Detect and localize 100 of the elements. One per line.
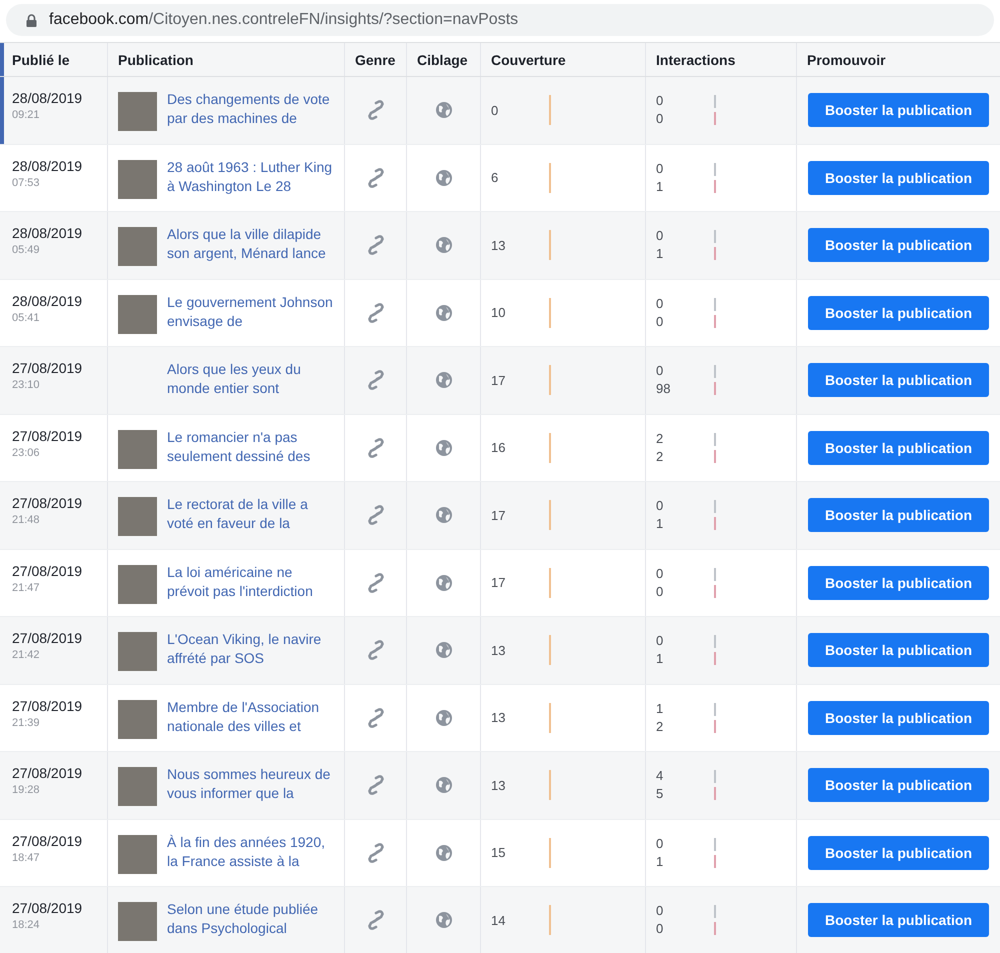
interaction-value: 1 <box>656 650 664 668</box>
interaction-value: 2 <box>656 718 664 736</box>
interaction-value: 4 <box>656 767 664 786</box>
globe-icon <box>436 237 452 254</box>
link-icon <box>366 505 384 526</box>
post-link[interactable]: Le romancier n'a pas seulement dessiné des <box>167 428 334 466</box>
boost-button[interactable]: Booster la publication <box>808 228 989 262</box>
interaction-value: 5 <box>656 785 664 804</box>
column-header[interactable]: Publication <box>108 43 345 76</box>
post-link[interactable]: Alors que la ville dilapide son argent, Ménard lance <box>167 225 334 263</box>
link-icon <box>366 370 384 390</box>
publish-time: 23:06 <box>12 446 41 458</box>
interaction-value: 2 <box>656 448 664 466</box>
boost-button[interactable]: Booster la publication <box>808 768 989 802</box>
boost-button[interactable]: Booster la publication <box>808 430 989 465</box>
publish-date: 28/08/2019 <box>12 225 84 241</box>
column-header[interactable]: Publié le <box>0 43 108 76</box>
publish-date: 28/08/2019 <box>12 292 84 308</box>
publish-time: 21:47 <box>12 582 41 594</box>
publish-date: 27/08/2019 <box>12 832 84 848</box>
reach-value: 16 <box>491 440 506 456</box>
interaction-value: 2 <box>656 430 664 448</box>
post-link[interactable]: Membre de l'Association nationale des villes et <box>167 698 334 736</box>
boost-button[interactable]: Booster la publication <box>808 160 989 195</box>
publish-time: 19:28 <box>12 784 41 796</box>
post-link[interactable]: Nous sommes heureux de vous informer que la <box>167 765 334 803</box>
publish-time: 07:53 <box>12 176 41 188</box>
publish-date: 27/08/2019 <box>12 562 84 578</box>
url-text: facebook.com/Citoyen.nes.contreleFN/insights/?section=navPosts <box>49 11 518 29</box>
boost-button[interactable]: Booster la publication <box>808 296 989 330</box>
interaction-value: 0 <box>656 582 664 601</box>
globe-icon <box>436 574 452 591</box>
reach-value: 15 <box>491 845 506 860</box>
interaction-value: 1 <box>656 515 664 534</box>
reach-value: 0 <box>491 102 500 118</box>
post-link[interactable]: Des changements de vote par des machines de <box>167 90 334 128</box>
publish-date: 27/08/2019 <box>12 428 84 444</box>
interaction-value: 1 <box>656 245 664 264</box>
boost-button[interactable]: Booster la publication <box>808 93 989 128</box>
publish-date: 27/08/2019 <box>12 698 84 714</box>
publish-time: 18:47 <box>12 852 41 864</box>
link-icon <box>366 235 384 256</box>
post-link[interactable]: L'Ocean Viking, le navire affrété par SOS <box>167 630 334 668</box>
publish-date: 27/08/2019 <box>12 495 84 511</box>
link-icon <box>366 100 384 120</box>
publish-time: 09:21 <box>12 109 41 121</box>
globe-icon <box>436 844 452 861</box>
reach-value: 17 <box>491 508 506 523</box>
interaction-value: 0 <box>656 920 664 938</box>
column-header[interactable]: Ciblage <box>407 43 481 76</box>
globe-icon <box>436 372 452 388</box>
boost-button[interactable]: Booster la publication <box>808 363 989 398</box>
post-link[interactable]: Selon une étude publiée dans Psychological <box>167 900 334 938</box>
address-bar[interactable]: facebook.com/Citoyen.nes.contreleFN/insights/?section=navPosts <box>6 4 994 36</box>
boost-button[interactable]: Booster la publication <box>808 700 989 735</box>
post-link[interactable]: Le rectorat de la ville a voté en faveur de la <box>167 495 334 533</box>
post-link[interactable]: À la fin des années 1920, la France assiste à la <box>167 832 334 870</box>
link-icon <box>366 438 384 458</box>
interaction-value: 0 <box>656 227 664 246</box>
boost-button[interactable]: Booster la publication <box>808 498 989 532</box>
publish-time: 21:48 <box>12 514 41 526</box>
globe-icon <box>436 304 452 321</box>
globe-icon <box>436 912 452 928</box>
publish-time: 21:42 <box>12 649 41 661</box>
reach-value: 17 <box>491 372 506 388</box>
interaction-value: 0 <box>656 110 664 128</box>
globe-icon <box>436 440 452 456</box>
reach-value: 10 <box>491 305 506 320</box>
globe-icon <box>436 777 452 794</box>
column-header[interactable]: Genre <box>345 43 407 76</box>
reach-value: 13 <box>491 642 506 658</box>
lock-icon <box>26 14 37 26</box>
interaction-value: 0 <box>656 564 664 583</box>
interaction-value: 0 <box>656 902 664 920</box>
link-icon <box>366 775 384 796</box>
publish-time: 05:49 <box>12 244 41 256</box>
interaction-value: 0 <box>656 294 664 313</box>
post-link[interactable]: 28 août 1963 : Luther King à Washington Le 28 <box>167 158 334 196</box>
interaction-value: 0 <box>656 497 664 516</box>
link-icon <box>366 302 384 323</box>
column-header[interactable]: Couverture <box>481 43 646 76</box>
link-icon <box>366 640 384 660</box>
column-header[interactable]: Promouvoir <box>797 43 1000 76</box>
boost-button[interactable]: Booster la publication <box>808 633 989 668</box>
boost-button[interactable]: Booster la publication <box>808 836 989 870</box>
globe-icon <box>436 710 452 726</box>
post-link[interactable]: La loi américaine ne prévoit pas l'interdiction <box>167 562 334 600</box>
reach-value: 13 <box>491 238 506 253</box>
boost-button[interactable]: Booster la publication <box>808 566 989 600</box>
reach-value: 13 <box>491 778 506 793</box>
post-link[interactable]: Le gouvernement Johnson envisage de <box>167 292 334 330</box>
interaction-value: 1 <box>656 852 664 871</box>
post-link[interactable]: Alors que les yeux du monde entier sont <box>167 360 334 398</box>
link-icon <box>366 708 384 728</box>
interaction-value: 0 <box>656 312 664 331</box>
column-header[interactable]: Interactions <box>646 43 797 76</box>
boost-button[interactable]: Booster la publication <box>808 903 989 938</box>
publish-date: 27/08/2019 <box>12 360 84 376</box>
publish-time: 21:39 <box>12 716 41 728</box>
interaction-value: 1 <box>656 178 664 196</box>
